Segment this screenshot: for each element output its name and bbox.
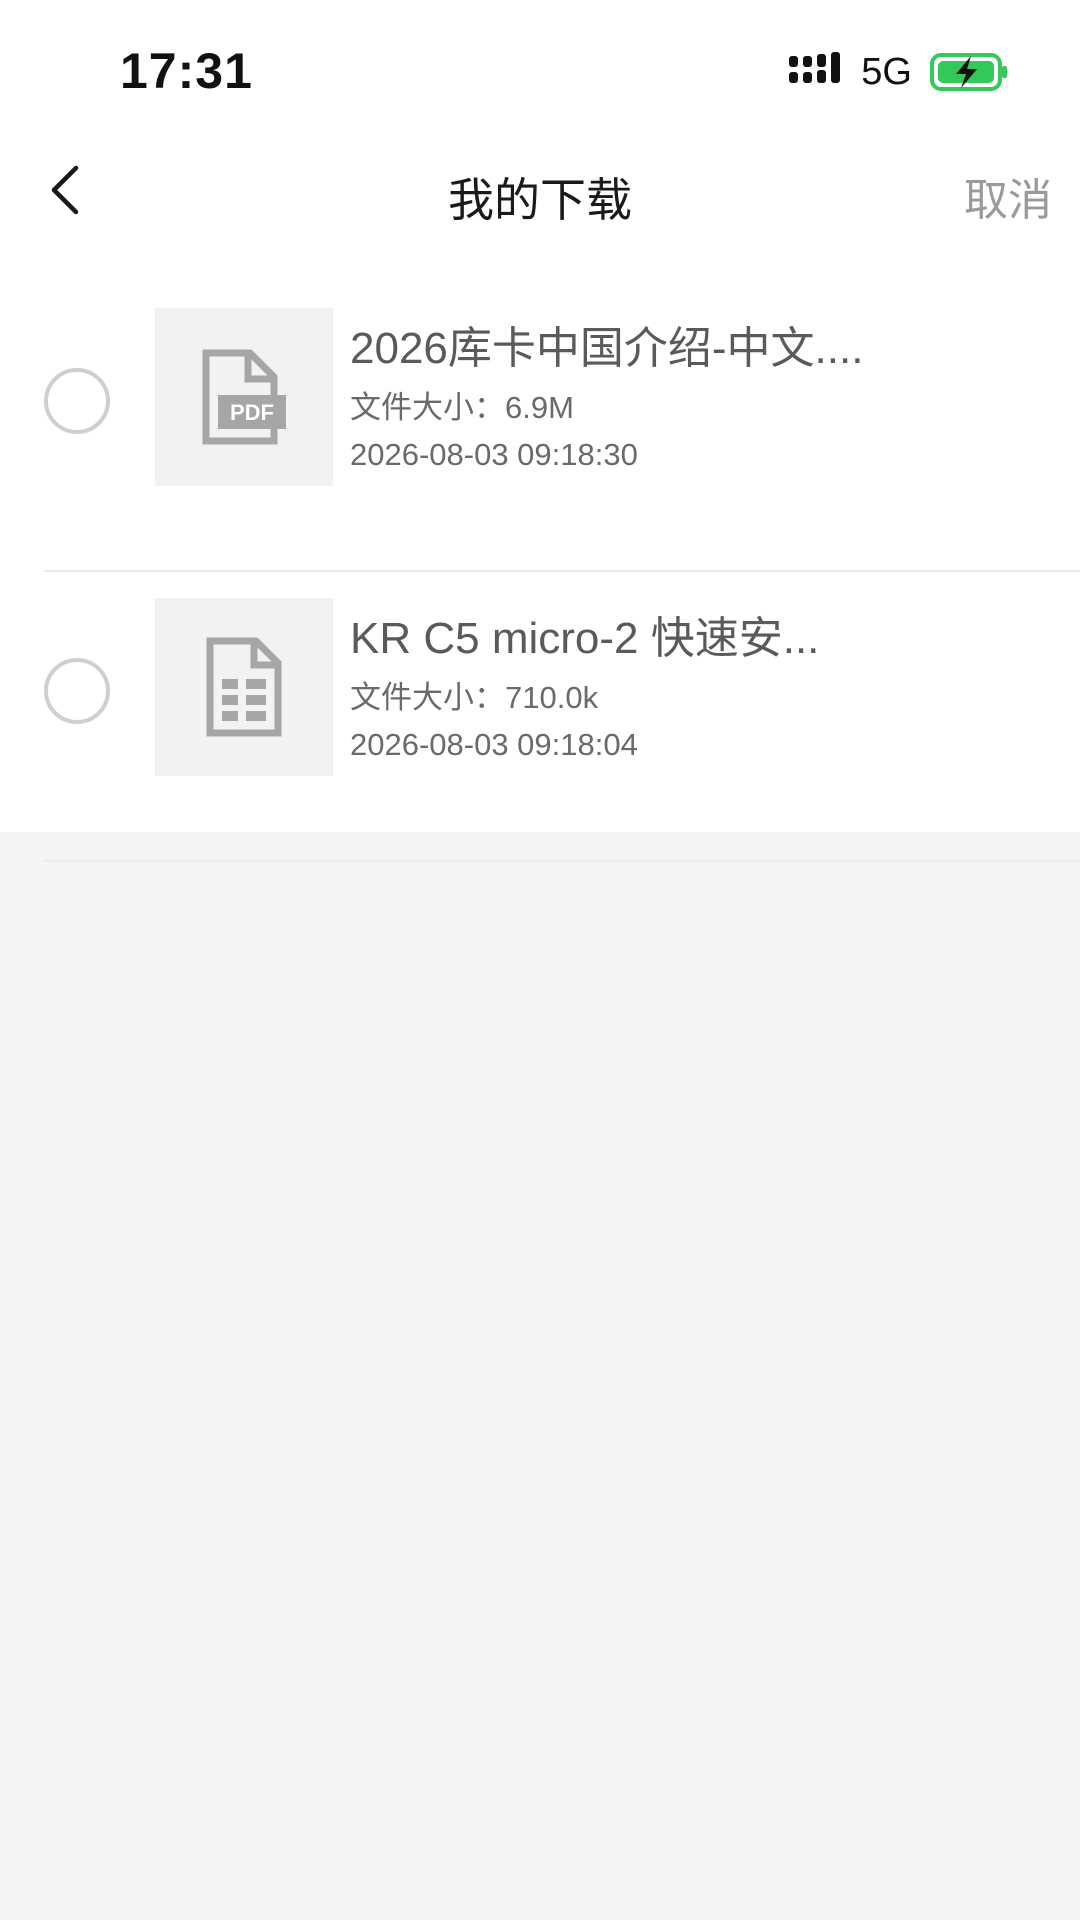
select-radio[interactable]	[44, 368, 110, 434]
file-thumbnail: PDF	[155, 308, 333, 486]
file-name: 2026库卡中国介绍-中文....	[350, 324, 864, 373]
file-size: 文件大小：710.0k	[350, 680, 599, 715]
status-indicators: 5G	[789, 50, 1008, 93]
file-date: 2026-08-03 09:18:30	[350, 437, 638, 472]
cancel-button[interactable]: 取消	[964, 164, 1052, 228]
list-item[interactable]: KR C5 micro-2 快速安... 文件大小：710.0k 2026-08…	[0, 572, 1080, 862]
status-time: 17:31	[120, 43, 253, 99]
status-bar: 17:31 5G	[0, 0, 1080, 140]
battery-charging-icon	[930, 53, 1007, 91]
download-screen: 17:31 5G 我的下载 取消 PDF 2026库卡中国介绍-中文.... 文…	[0, 0, 1080, 1920]
document-file-icon	[206, 637, 282, 737]
file-name: KR C5 micro-2 快速安...	[350, 614, 820, 663]
divider	[44, 860, 1080, 862]
file-thumbnail	[155, 598, 333, 776]
signal-bars-icon	[789, 52, 841, 83]
pdf-file-icon: PDF	[202, 349, 286, 445]
navigation-bar: 我的下载 取消	[0, 140, 1080, 240]
network-label: 5G	[861, 50, 912, 93]
select-radio[interactable]	[44, 658, 110, 724]
list-item[interactable]: PDF 2026库卡中国介绍-中文.... 文件大小：6.9M 2026-08-…	[0, 282, 1080, 572]
file-date: 2026-08-03 09:18:04	[350, 727, 638, 762]
pdf-label: PDF	[230, 400, 274, 425]
page-title: 我的下载	[448, 174, 632, 226]
file-size: 文件大小：6.9M	[350, 390, 574, 425]
download-list: PDF 2026库卡中国介绍-中文.... 文件大小：6.9M 2026-08-…	[0, 282, 1080, 862]
